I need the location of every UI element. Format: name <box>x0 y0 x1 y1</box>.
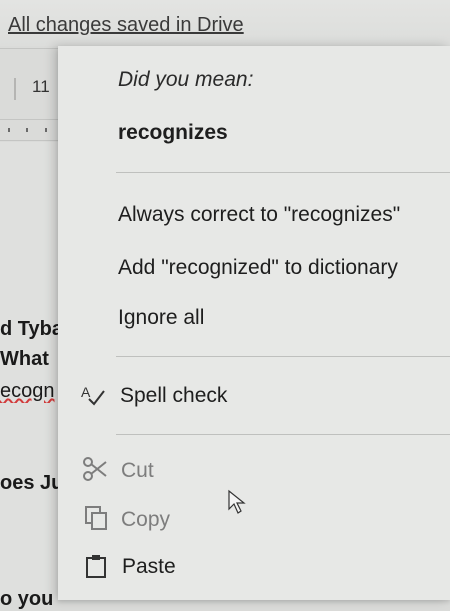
ruler-tick <box>8 128 10 132</box>
spellcheck-icon: A <box>81 384 105 406</box>
spell-check-item[interactable]: Spell check <box>120 384 227 408</box>
ruler-tick <box>26 128 28 132</box>
menu-separator <box>116 356 450 357</box>
cut-item[interactable]: Cut <box>121 459 154 483</box>
copy-item[interactable]: Copy <box>121 508 170 532</box>
paste-item[interactable]: Paste <box>122 555 176 579</box>
font-size-selector[interactable]: 11 <box>32 77 50 97</box>
copy-icon <box>85 506 107 530</box>
document-text-line: What <box>0 348 49 370</box>
document-text-line: oes Ju <box>0 472 62 494</box>
svg-text:A: A <box>81 384 91 400</box>
always-correct-item[interactable]: Always correct to "recognizes" <box>118 203 400 227</box>
docs-header: All changes saved in Drive <box>0 0 450 46</box>
did-you-mean-label: Did you mean: <box>118 68 254 91</box>
paste-icon <box>86 555 106 578</box>
menu-separator <box>116 172 450 173</box>
ignore-all-item[interactable]: Ignore all <box>118 306 204 330</box>
spellcheck-context-menu <box>58 46 450 600</box>
misspelled-word[interactable]: ecogn <box>0 380 62 403</box>
menu-separator <box>116 434 450 435</box>
document-text-line: d Tyba <box>0 318 62 340</box>
add-to-dictionary-item[interactable]: Add "recognized" to dictionary <box>118 256 398 280</box>
toolbar-divider <box>14 78 16 100</box>
save-status-link[interactable]: All changes saved in Drive <box>8 14 244 37</box>
suggestion-item[interactable]: recognizes <box>118 121 228 145</box>
mouse-pointer-icon <box>228 489 246 514</box>
ruler-tick <box>45 128 47 132</box>
scissors-icon <box>83 457 107 481</box>
